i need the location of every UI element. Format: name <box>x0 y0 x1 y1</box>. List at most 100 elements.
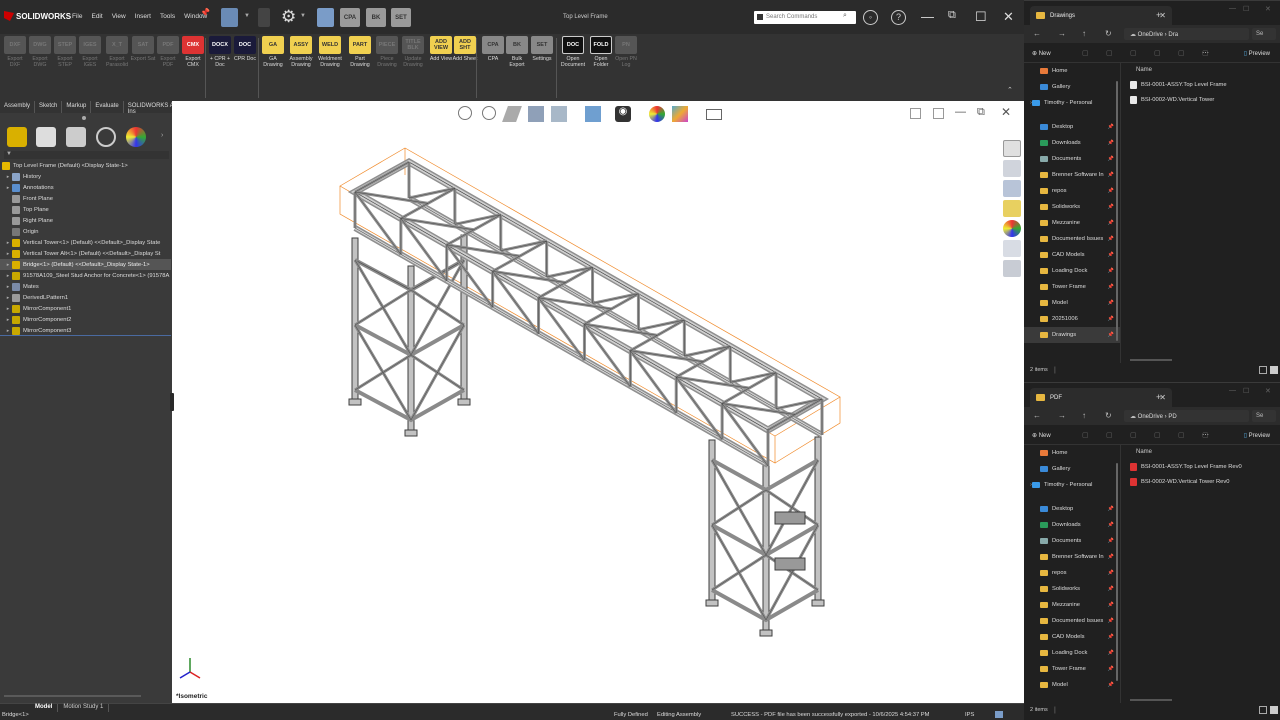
minimize-icon[interactable]: — <box>921 9 934 24</box>
nav-item[interactable]: Loading Dock 📌 <box>1024 263 1120 279</box>
tree-item[interactable]: Top Plane <box>0 204 171 215</box>
expand-icon[interactable]: ▸ <box>4 262 12 268</box>
nav-item[interactable]: Documents 📌 <box>1024 533 1120 549</box>
copy-icon[interactable]: ▢ <box>1106 431 1114 439</box>
design-library-icon[interactable] <box>1003 160 1021 177</box>
expand-icon[interactable]: ▸ <box>4 328 12 334</box>
filter-icon[interactable]: ▼ <box>4 151 169 159</box>
forward-icon[interactable]: → <box>1058 411 1066 420</box>
nav-item[interactable]: repos 📌 <box>1024 565 1120 581</box>
pin-icon[interactable]: 📌 <box>1108 506 1114 512</box>
pin-icon[interactable]: 📌 <box>1108 220 1114 226</box>
preview-button[interactable]: ▯ Preview <box>1244 432 1270 439</box>
nav-item[interactable]: Mezzanine 📌 <box>1024 597 1120 613</box>
address-bar[interactable]: ☁ OneDrive › PD <box>1124 410 1249 422</box>
explorer-minimize-icon[interactable]: — <box>1229 5 1236 12</box>
ribbon-button-19[interactable]: BK Bulk Export <box>504 36 530 68</box>
maximize-icon[interactable]: ☐ <box>975 9 987 25</box>
explorer-tab[interactable]: Drawings ✕ <box>1030 6 1172 26</box>
nav-item[interactable]: Drawings 📌 <box>1024 327 1120 343</box>
appearances-icon[interactable] <box>1003 220 1021 237</box>
split-window-icon[interactable] <box>933 108 944 119</box>
isometric-frame-model[interactable] <box>172 101 1024 703</box>
pin-icon[interactable]: 📌 <box>200 8 210 27</box>
explorer-close-icon[interactable]: ✕ <box>1265 387 1271 395</box>
explorer-maximize-icon[interactable]: ☐ <box>1243 387 1249 395</box>
nav-item[interactable]: Model 📌 <box>1024 677 1120 693</box>
rename-icon[interactable]: ▢ <box>1154 431 1162 439</box>
nav-item[interactable]: CAD Models 📌 <box>1024 629 1120 645</box>
ribbon-button-16[interactable]: ADD VIEW Add View <box>428 36 454 62</box>
ribbon-button-15[interactable]: TITLE BLK Update Drawing <box>400 36 426 68</box>
ribbon-button-20[interactable]: SET Settings <box>529 36 555 62</box>
pin-icon[interactable]: 📌 <box>1108 538 1114 544</box>
pin-icon[interactable]: 📌 <box>1108 682 1114 688</box>
rename-icon[interactable]: ▢ <box>1154 49 1162 57</box>
display-style-icon[interactable] <box>585 106 601 122</box>
cut-icon[interactable]: ▢ <box>1082 431 1090 439</box>
paste-icon[interactable]: ▢ <box>1130 49 1138 57</box>
solidworks-forum-icon[interactable] <box>1003 260 1021 277</box>
pin-icon[interactable]: 📌 <box>1108 156 1114 162</box>
pin-icon[interactable]: 📌 <box>1108 204 1114 210</box>
expand-icon[interactable]: ▸ <box>4 317 12 323</box>
nav-scrollbar[interactable] <box>1116 81 1118 341</box>
nav-item[interactable]: Solidworks 📌 <box>1024 581 1120 597</box>
expand-icon[interactable]: ▸ <box>4 185 12 191</box>
ribbon-button-13[interactable]: PART Part Drawing <box>347 36 373 68</box>
paste-icon[interactable]: ▢ <box>1130 431 1138 439</box>
details-view-icon[interactable] <box>1259 366 1267 374</box>
ribbon-button-21[interactable]: DOC Open Document <box>560 36 586 68</box>
tiles-view-icon[interactable] <box>1270 366 1278 374</box>
expand-icon[interactable]: ▸ <box>4 306 12 312</box>
panel-splitter-icon[interactable] <box>82 116 86 120</box>
ribbon-button-1[interactable]: DWG Export DWG <box>27 36 53 68</box>
file-list-scrollbar[interactable] <box>1130 699 1172 701</box>
nav-item[interactable]: Home <box>1024 445 1120 461</box>
bottom-tab-1[interactable]: Motion Study 1 <box>58 704 110 712</box>
explorer-search-input[interactable]: Se <box>1252 410 1276 422</box>
nav-item[interactable]: Desktop 📌 <box>1024 119 1120 135</box>
pin-icon[interactable]: 📌 <box>1108 140 1114 146</box>
tree-item[interactable]: ▸ Mates <box>0 281 171 292</box>
up-icon[interactable]: ↑ <box>1082 411 1086 420</box>
expand-icon[interactable]: ▸ <box>4 284 12 290</box>
nav-item[interactable]: Desktop 📌 <box>1024 501 1120 517</box>
ribbon-button-11[interactable]: ASSY Assembly Drawing <box>288 36 314 68</box>
nav-item[interactable]: Model 📌 <box>1024 295 1120 311</box>
new-tab-icon[interactable]: + <box>1156 10 1161 20</box>
menu-file[interactable]: File <box>72 13 82 20</box>
pin-icon[interactable]: 📌 <box>1108 634 1114 640</box>
chevron-right-icon[interactable]: › <box>1030 100 1032 106</box>
display-manager-tab-icon[interactable] <box>126 127 146 147</box>
dimxpert-tab-icon[interactable] <box>96 127 116 147</box>
cm-tab-0[interactable]: Assembly <box>0 101 36 113</box>
bottom-tab-0[interactable]: Model <box>30 704 59 712</box>
share-icon[interactable]: ▢ <box>1178 49 1186 57</box>
pin-icon[interactable]: 📌 <box>1108 284 1114 290</box>
tree-item[interactable]: ▸ 91578A109_Steel Stud Anchor for Concret… <box>0 270 171 281</box>
pin-icon[interactable]: 📌 <box>1108 332 1114 338</box>
new-button[interactable]: ⊕ New <box>1032 432 1051 439</box>
nav-item[interactable]: Downloads 📌 <box>1024 135 1120 151</box>
collapse-ribbon-icon[interactable]: ⌃ <box>1007 86 1013 94</box>
expand-icon[interactable]: ▸ <box>4 174 12 180</box>
panel-scrollbar[interactable] <box>4 695 141 697</box>
pin-icon[interactable]: 📌 <box>1108 666 1114 672</box>
pin-icon[interactable]: 📌 <box>1108 586 1114 592</box>
file-item[interactable]: BSI-0002-WD.Vertical Tower Rev0 <box>1130 474 1280 489</box>
doc-minimize-icon[interactable]: — <box>955 106 966 118</box>
more-options-icon[interactable]: ⋯ <box>1202 49 1210 57</box>
new-button[interactable]: ⊕ New <box>1032 50 1051 57</box>
nav-item[interactable]: Loading Dock 📌 <box>1024 645 1120 661</box>
quick-set-button[interactable]: SET <box>391 8 411 27</box>
forward-icon[interactable]: → <box>1058 29 1066 38</box>
ribbon-button-14[interactable]: PIECE Piece Drawing <box>374 36 400 68</box>
pin-icon[interactable]: 📌 <box>1108 252 1114 258</box>
details-view-icon[interactable] <box>1259 706 1267 714</box>
file-explorer-icon[interactable] <box>1003 180 1021 197</box>
save-dropdown-icon[interactable]: ▼ <box>244 13 250 32</box>
ribbon-button-23[interactable]: PN Open PN Log <box>613 36 639 68</box>
pin-icon[interactable]: 📌 <box>1108 172 1114 178</box>
nav-item[interactable]: Home <box>1024 63 1120 79</box>
